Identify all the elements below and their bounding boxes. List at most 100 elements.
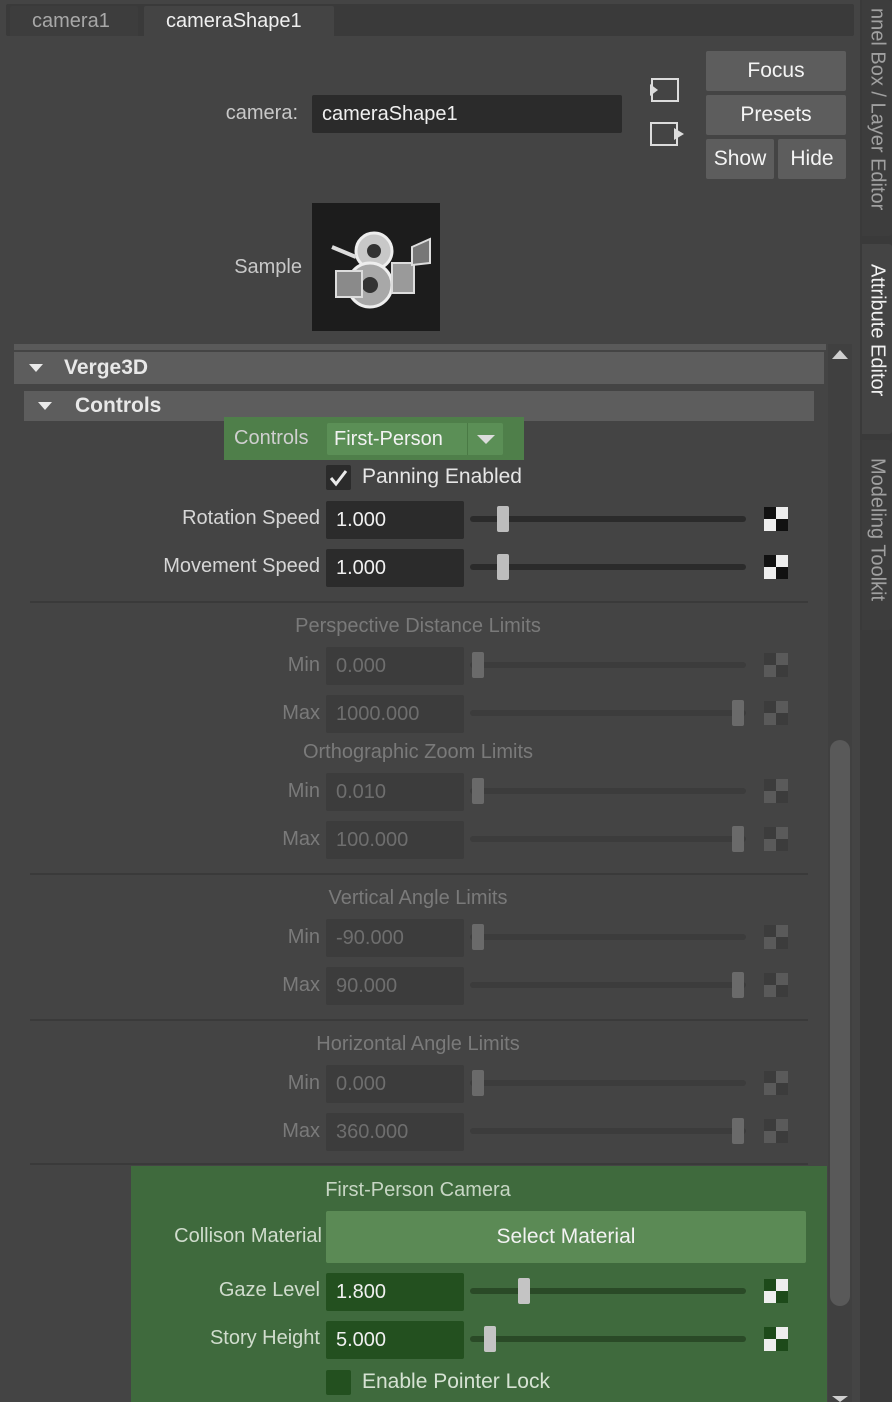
ortho-max-slider[interactable]	[470, 836, 746, 842]
camera-label: camera:	[225, 102, 298, 124]
show-button[interactable]: Show	[706, 139, 774, 179]
rotation-speed-slider[interactable]	[470, 516, 746, 522]
controls-dropdown-value: First-Person	[334, 428, 443, 450]
horiz-max-field[interactable]: 360.000	[326, 1113, 464, 1151]
horiz-min-slider[interactable]	[470, 1080, 746, 1086]
first-person-title: First-Person Camera	[325, 1179, 511, 1201]
map-button-icon[interactable]	[764, 1071, 788, 1095]
camera-icon	[331, 231, 431, 309]
persp-min-slider[interactable]	[470, 662, 746, 668]
map-button-icon[interactable]	[764, 1119, 788, 1143]
map-button-icon[interactable]	[764, 507, 788, 531]
vert-min-field[interactable]: -90.000	[326, 919, 464, 957]
camera-name-field[interactable]: cameraShape1	[312, 95, 622, 133]
gaze-level-slider[interactable]	[470, 1288, 746, 1294]
scroll-up-icon[interactable]	[832, 350, 848, 359]
story-height-slider[interactable]	[470, 1336, 746, 1342]
rotation-speed-field[interactable]: 1.000	[326, 501, 464, 539]
map-button-icon[interactable]	[764, 973, 788, 997]
horizontal-angle-title: Horizontal Angle Limits	[316, 1033, 520, 1055]
persp-max-slider[interactable]	[470, 710, 746, 716]
ortho-max-slider-handle[interactable]	[732, 826, 744, 852]
map-button-icon[interactable]	[764, 827, 788, 851]
horiz-min-field[interactable]: 0.000	[326, 1065, 464, 1103]
hide-button[interactable]: Hide	[778, 139, 846, 179]
horiz-max-slider[interactable]	[470, 1128, 746, 1134]
map-button-icon[interactable]	[764, 779, 788, 803]
vertical-angle-title: Vertical Angle Limits	[328, 887, 508, 909]
map-button-icon[interactable]	[764, 653, 788, 677]
focus-button[interactable]: Focus	[706, 51, 846, 91]
rotation-speed-slider-handle[interactable]	[497, 506, 509, 532]
story-height-label: Story Height	[209, 1327, 320, 1349]
select-material-button[interactable]: Select Material	[326, 1211, 806, 1263]
ortho-min-slider[interactable]	[470, 788, 746, 794]
load-input-icon[interactable]	[648, 76, 682, 104]
dropdown-divider	[467, 423, 468, 455]
separator	[30, 873, 808, 875]
persp-min-slider-handle[interactable]	[472, 652, 484, 678]
map-button-icon[interactable]	[764, 555, 788, 579]
controls-frame-title: Controls	[75, 394, 162, 417]
vert-max-label: Max	[282, 974, 320, 996]
map-button-icon[interactable]	[764, 1327, 788, 1351]
gaze-level-slider-handle[interactable]	[518, 1278, 530, 1304]
enable-pointer-lock-checkbox[interactable]	[326, 1370, 351, 1395]
vert-min-slider[interactable]	[470, 934, 746, 940]
separator	[30, 1163, 808, 1165]
panel-top-border	[14, 344, 826, 350]
ortho-max-label: Max	[282, 828, 320, 850]
separator	[30, 1019, 808, 1021]
persp-max-label: Max	[282, 702, 320, 724]
rotation-speed-label: Rotation Speed	[182, 507, 320, 529]
horiz-max-label: Max	[282, 1120, 320, 1142]
movement-speed-field[interactable]: 1.000	[326, 549, 464, 587]
story-height-slider-handle[interactable]	[484, 1326, 496, 1352]
map-button-icon[interactable]	[764, 1279, 788, 1303]
collapse-triangle-icon[interactable]	[38, 402, 52, 410]
vert-max-field[interactable]: 90.000	[326, 967, 464, 1005]
vert-min-slider-handle[interactable]	[472, 924, 484, 950]
tab-camerashape1[interactable]: cameraShape1	[144, 6, 334, 36]
collision-material-label: Collison Material	[174, 1225, 322, 1247]
tab-camera1[interactable]: camera1	[10, 6, 138, 36]
scrollbar-thumb[interactable]	[830, 740, 850, 1306]
perspective-distance-title: Perspective Distance Limits	[295, 615, 541, 637]
ortho-min-slider-handle[interactable]	[472, 778, 484, 804]
ortho-max-field[interactable]: 100.000	[326, 821, 464, 859]
persp-max-slider-handle[interactable]	[732, 700, 744, 726]
persp-min-label: Min	[287, 654, 320, 676]
collapse-triangle-icon[interactable]	[29, 364, 43, 372]
ortho-min-label: Min	[287, 780, 320, 802]
orthographic-zoom-title: Orthographic Zoom Limits	[302, 741, 534, 763]
vert-min-label: Min	[287, 926, 320, 948]
sample-label: Sample	[234, 256, 302, 278]
tab-modeling-toolkit[interactable]: Modeling Toolkit	[862, 440, 892, 630]
panning-enabled-checkbox[interactable]	[326, 465, 351, 490]
movement-speed-slider[interactable]	[470, 564, 746, 570]
enable-pointer-lock-label: Enable Pointer Lock	[362, 1370, 550, 1393]
presets-button[interactable]: Presets	[706, 95, 846, 135]
horiz-min-slider-handle[interactable]	[472, 1070, 484, 1096]
story-height-field[interactable]: 5.000	[326, 1321, 464, 1359]
tab-attribute-editor[interactable]: Attribute Editor	[862, 244, 892, 434]
checkmark-icon	[329, 470, 348, 487]
tab-channel-box-layer-editor[interactable]: nnel Box / Layer Editor	[862, 0, 892, 236]
separator	[30, 601, 808, 603]
persp-max-field[interactable]: 1000.000	[326, 695, 464, 733]
scroll-down-icon[interactable]	[832, 1396, 848, 1402]
controls-dropdown[interactable]: First-Person	[327, 423, 503, 455]
persp-min-field[interactable]: 0.000	[326, 647, 464, 685]
map-button-icon[interactable]	[764, 925, 788, 949]
vert-max-slider-handle[interactable]	[732, 972, 744, 998]
horiz-max-slider-handle[interactable]	[732, 1118, 744, 1144]
panning-enabled-label: Panning Enabled	[362, 465, 522, 488]
movement-speed-slider-handle[interactable]	[497, 554, 509, 580]
gaze-level-label: Gaze Level	[218, 1279, 320, 1301]
gaze-level-field[interactable]: 1.800	[326, 1273, 464, 1311]
load-output-icon[interactable]	[648, 120, 686, 148]
vert-max-slider[interactable]	[470, 982, 746, 988]
chevron-down-icon	[477, 435, 495, 444]
map-button-icon[interactable]	[764, 701, 788, 725]
ortho-min-field[interactable]: 0.010	[326, 773, 464, 811]
